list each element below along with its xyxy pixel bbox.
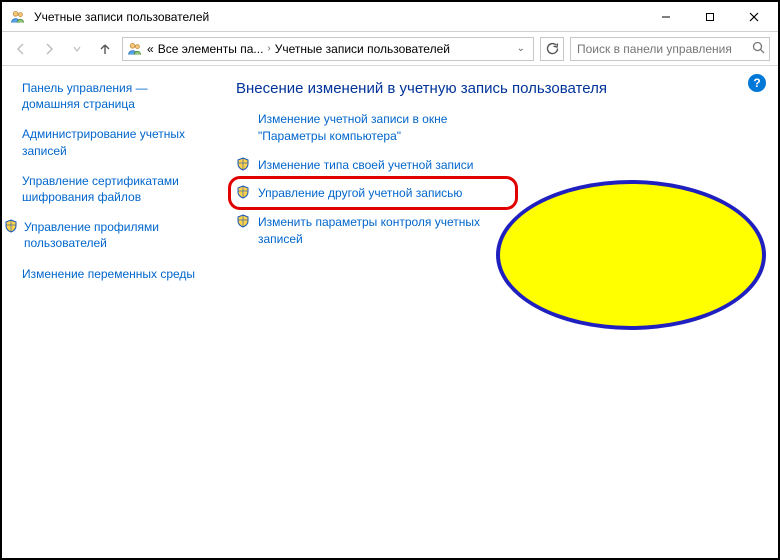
breadcrumb-item[interactable]: Учетные записи пользователей: [275, 42, 450, 56]
nav-row: « Все элементы па... › Учетные записи по…: [2, 32, 778, 66]
link-label: Изменить параметры контроля учетных запи…: [258, 214, 518, 248]
breadcrumb[interactable]: « Все элементы па... › Учетные записи по…: [122, 37, 534, 61]
sidebar-item-efs-certs[interactable]: Управление сертификатами шифрования файл…: [22, 173, 202, 205]
history-dropdown[interactable]: [66, 38, 88, 60]
search-box[interactable]: [570, 37, 770, 61]
close-button[interactable]: [732, 3, 776, 31]
sidebar-item-label: Управление профилями пользователей: [24, 219, 202, 251]
link-change-account-pc-settings[interactable]: Изменение учетной записи в окне "Парамет…: [236, 111, 754, 145]
titlebar: Учетные записи пользователей: [2, 2, 778, 32]
window-title: Учетные записи пользователей: [34, 10, 644, 24]
breadcrumb-dropdown[interactable]: ⌄: [513, 43, 529, 54]
up-button[interactable]: [94, 38, 116, 60]
link-label: Изменение типа своей учетной записи: [258, 157, 473, 174]
sidebar-item-env-vars[interactable]: Изменение переменных среды: [22, 266, 202, 282]
sidebar-item-label: Управление сертификатами шифрования файл…: [22, 173, 202, 205]
sidebar-item-home[interactable]: Панель управления — домашняя страница: [22, 80, 202, 112]
breadcrumb-root-chevron[interactable]: «: [147, 42, 154, 56]
chevron-right-icon: ›: [267, 43, 270, 54]
sidebar: Панель управления — домашняя страница Ад…: [2, 66, 212, 558]
search-icon[interactable]: [752, 41, 765, 57]
sidebar-item-label: Панель управления — домашняя страница: [22, 80, 202, 112]
breadcrumb-item[interactable]: Все элементы па...: [158, 42, 264, 56]
link-change-account-type[interactable]: Изменение типа своей учетной записи: [236, 157, 754, 174]
annotation-ellipse: [496, 180, 766, 330]
page-heading: Внесение изменений в учетную запись поль…: [236, 80, 754, 97]
sidebar-item-admin-accounts[interactable]: Администрирование учетных записей: [22, 126, 202, 158]
minimize-button[interactable]: [644, 3, 688, 31]
search-input[interactable]: [575, 41, 748, 57]
breadcrumb-icon: [127, 41, 143, 57]
maximize-button[interactable]: [688, 3, 732, 31]
body-area: Панель управления — домашняя страница Ад…: [2, 66, 778, 558]
shield-icon: [236, 157, 250, 171]
shield-icon: [236, 214, 250, 228]
link-label: Изменение учетной записи в окне "Парамет…: [258, 111, 518, 145]
back-button[interactable]: [10, 38, 32, 60]
shield-icon: [236, 185, 250, 199]
user-accounts-icon: [10, 9, 26, 25]
sidebar-item-profiles[interactable]: Управление профилями пользователей: [22, 219, 202, 251]
forward-button[interactable]: [38, 38, 60, 60]
link-label: Управление другой учетной записью: [258, 185, 462, 202]
sidebar-item-label: Изменение переменных среды: [22, 266, 202, 282]
shield-icon: [4, 219, 18, 233]
window-controls: [644, 3, 776, 31]
sidebar-item-label: Администрирование учетных записей: [22, 126, 202, 158]
refresh-button[interactable]: [540, 37, 564, 61]
